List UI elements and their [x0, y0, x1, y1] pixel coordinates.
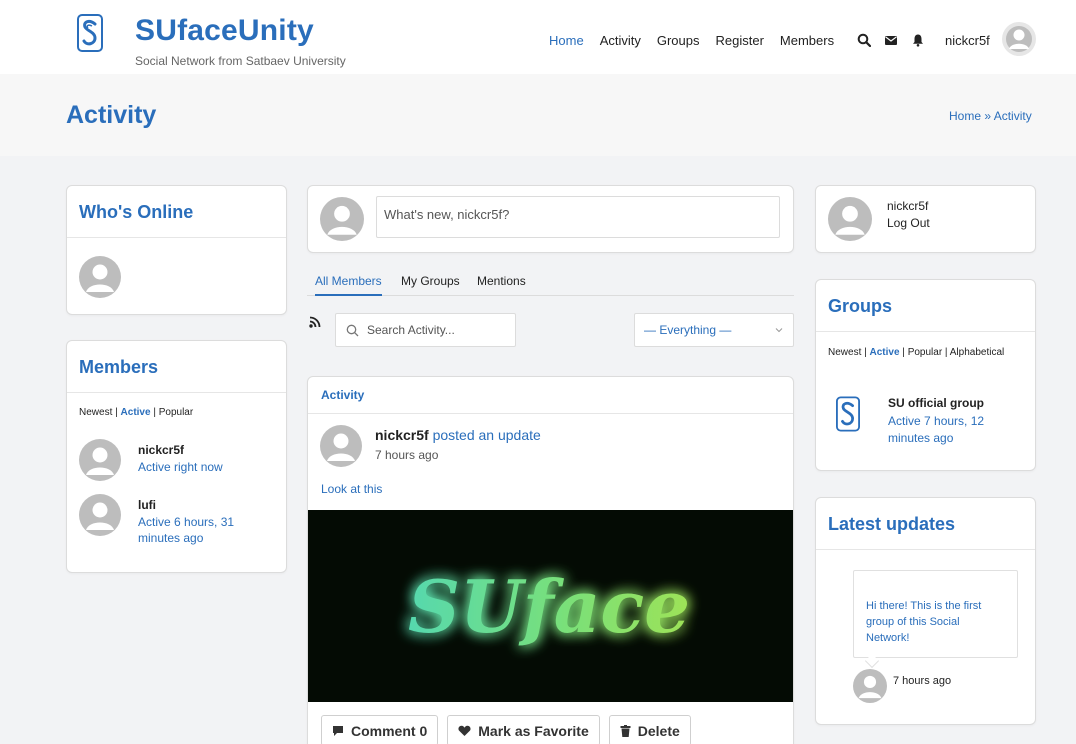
- search-icon[interactable]: [857, 33, 871, 47]
- chevron-down-icon: [775, 328, 783, 333]
- comment-label: Comment: [351, 722, 416, 739]
- favorite-label: Mark as Favorite: [478, 722, 589, 739]
- nav-register[interactable]: Register: [716, 33, 764, 48]
- nav-groups[interactable]: Groups: [657, 33, 700, 48]
- nav-members[interactable]: Members: [780, 33, 834, 48]
- list-item: lufi Active 6 hours, 31 minutes ago: [79, 494, 279, 545]
- activity-tabs: All Members My Groups Mentions: [307, 274, 794, 296]
- avatar[interactable]: [853, 669, 887, 703]
- site-header: SUfaceUnity Social Network from Satbaev …: [0, 0, 1076, 74]
- separator: |: [153, 407, 156, 418]
- widget-title: Groups: [816, 280, 1035, 332]
- search-input[interactable]: Search Activity...: [335, 313, 516, 347]
- activity-time[interactable]: 7 hours ago: [375, 448, 438, 462]
- activity-title: nickcr5f posted an update: [375, 427, 541, 443]
- filter-popular[interactable]: Popular: [159, 407, 193, 418]
- current-username[interactable]: nickcr5f: [887, 199, 928, 213]
- nav-home[interactable]: Home: [549, 33, 584, 48]
- delete-label: Delete: [637, 722, 680, 739]
- activity-item: Activity nickcr5f posted an update 7 hou…: [307, 376, 794, 744]
- filter-value: — Everything —: [644, 323, 732, 337]
- post-form: What's new, nickcr5f?: [307, 185, 794, 253]
- widget-title: Members: [67, 341, 286, 393]
- avatar[interactable]: [828, 197, 872, 241]
- comment-button[interactable]: Comment 0: [321, 715, 439, 744]
- member-name[interactable]: nickcr5f: [138, 443, 184, 457]
- activity-actions: Comment 0 Mark as Favorite Delete: [321, 715, 700, 744]
- avatar: [320, 197, 364, 241]
- site-title[interactable]: SUfaceUnity: [135, 14, 314, 48]
- filter-popular[interactable]: Popular: [908, 347, 942, 358]
- groups-filter: Newest | Active | Popular | Alphabetical: [828, 347, 1005, 358]
- members-widget: Members Newest | Active | Popular nickcr…: [66, 340, 287, 573]
- avatar[interactable]: [1002, 22, 1036, 56]
- envelope-icon[interactable]: [884, 33, 898, 47]
- activity-action: posted an update: [432, 427, 541, 443]
- avatar[interactable]: [79, 494, 121, 536]
- filter-alphabetical[interactable]: Alphabetical: [950, 347, 1004, 358]
- comment-icon: [333, 725, 343, 736]
- group-logo-icon[interactable]: [836, 396, 860, 432]
- avatar[interactable]: [79, 439, 121, 481]
- member-status: Active right now: [138, 460, 223, 474]
- activity-image[interactable]: SUface: [308, 510, 793, 702]
- trash-icon: [620, 724, 631, 737]
- filter-newest[interactable]: Newest: [79, 407, 112, 418]
- search-placeholder: Search Activity...: [367, 323, 455, 337]
- delete-button[interactable]: Delete: [608, 715, 691, 744]
- activity-text: Look at this: [321, 482, 383, 496]
- member-status: Active 6 hours, 31 minutes ago: [138, 515, 235, 545]
- page-title: Activity: [66, 101, 157, 129]
- heart-icon: [458, 725, 471, 736]
- tab-my-groups[interactable]: My Groups: [401, 274, 460, 294]
- member-name[interactable]: lufi: [138, 498, 156, 512]
- group-name[interactable]: SU official group: [888, 396, 984, 410]
- groups-widget: Groups Newest | Active | Popular | Alpha…: [815, 279, 1036, 471]
- filter-newest[interactable]: Newest: [828, 347, 861, 358]
- logout-link[interactable]: Log Out: [887, 216, 930, 230]
- widget-title: Who's Online: [67, 186, 286, 238]
- members-filter: Newest | Active | Popular: [67, 393, 286, 418]
- main-nav: Home Activity Groups Register Members: [549, 33, 850, 48]
- whos-online-widget: Who's Online: [66, 185, 287, 315]
- filter-active[interactable]: Active: [870, 347, 900, 358]
- site-subtitle: Social Network from Satbaev University: [135, 54, 346, 68]
- filter-active[interactable]: Active: [121, 407, 151, 418]
- favorite-button[interactable]: Mark as Favorite: [447, 715, 600, 744]
- separator: |: [115, 407, 118, 418]
- activity-author[interactable]: nickcr5f: [375, 427, 429, 443]
- page-title-band: [0, 74, 1076, 156]
- avatar[interactable]: [79, 256, 121, 298]
- breadcrumb[interactable]: Home » Activity: [949, 109, 1032, 123]
- bell-icon[interactable]: [911, 33, 925, 47]
- header-username[interactable]: nickcr5f: [945, 33, 990, 48]
- update-time: 7 hours ago: [893, 675, 952, 687]
- activity-filter-select[interactable]: — Everything —: [634, 313, 794, 347]
- header-icons: [857, 33, 938, 47]
- user-card: nickcr5f Log Out: [815, 185, 1036, 253]
- latest-updates-widget: Latest updates Hi there! This is the fir…: [815, 497, 1036, 725]
- su-logo-icon[interactable]: [77, 14, 103, 52]
- group-status: Active 7 hours, 12 minutes ago: [888, 414, 985, 445]
- whats-new-input[interactable]: What's new, nickcr5f?: [376, 196, 780, 238]
- widget-title: Latest updates: [816, 498, 1035, 550]
- activity-header: Activity: [308, 377, 793, 414]
- list-item: nickcr5f Active right now: [79, 439, 279, 484]
- search-icon: [346, 324, 359, 337]
- comment-count: 0: [419, 722, 428, 739]
- tab-mentions[interactable]: Mentions: [477, 274, 526, 294]
- tab-all-members[interactable]: All Members: [315, 274, 382, 296]
- image-text: SUface: [408, 564, 690, 649]
- update-message[interactable]: Hi there! This is the first group of thi…: [853, 570, 1018, 658]
- rss-icon[interactable]: [309, 316, 321, 328]
- nav-activity[interactable]: Activity: [600, 33, 641, 48]
- avatar[interactable]: [320, 425, 362, 467]
